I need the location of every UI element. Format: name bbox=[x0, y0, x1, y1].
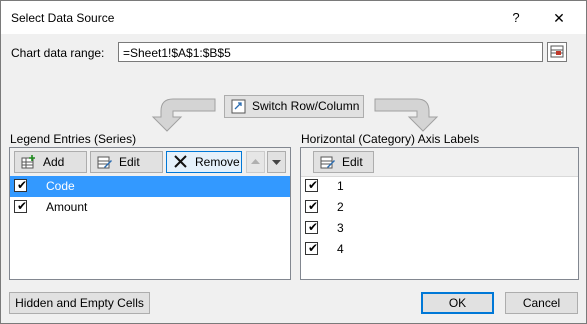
check-icon: ✔ bbox=[308, 241, 319, 255]
check-icon: ✔ bbox=[308, 199, 319, 213]
right-curved-arrow-icon bbox=[374, 98, 439, 132]
legend-item-label: Amount bbox=[46, 200, 88, 214]
axis-edit-label: Edit bbox=[342, 155, 363, 169]
switch-row-column-button[interactable]: Switch Row/Column bbox=[224, 95, 364, 118]
axis-item-checkbox[interactable]: ✔ bbox=[305, 178, 319, 192]
cancel-button[interactable]: Cancel bbox=[505, 292, 578, 314]
left-curved-arrow-icon bbox=[151, 98, 216, 132]
chart-data-range-input[interactable]: =Sheet1!$A$1:$B$5 bbox=[118, 42, 543, 62]
axis-item-checkbox[interactable]: ✔ bbox=[305, 199, 319, 213]
axis-item-label: 2 bbox=[337, 200, 344, 214]
edit-axis-labels-button[interactable]: Edit bbox=[313, 151, 374, 173]
axis-item-label: 1 bbox=[337, 179, 344, 193]
legend-entries-title: Legend Entries (Series) bbox=[10, 132, 137, 146]
check-icon: ✔ bbox=[308, 220, 319, 234]
edit-series-button[interactable]: Edit bbox=[90, 151, 163, 173]
axis-item[interactable]: ✔ 3 bbox=[301, 218, 578, 239]
axis-item-checkbox[interactable]: ✔ bbox=[305, 241, 319, 255]
axis-item-label: 3 bbox=[337, 221, 344, 235]
legend-item-checkbox[interactable]: ✔ bbox=[14, 199, 28, 213]
title-bar: Select Data Source ? ✕ bbox=[1, 1, 586, 34]
legend-entries-panel: Add Edit Remove ✔ Code ✔ Amount bbox=[9, 147, 291, 280]
remove-x-icon bbox=[174, 155, 187, 168]
axis-item-checkbox[interactable]: ✔ bbox=[305, 220, 319, 234]
hidden-empty-cells-button[interactable]: Hidden and Empty Cells bbox=[9, 292, 150, 314]
close-button[interactable]: ✕ bbox=[541, 6, 577, 30]
legend-item[interactable]: ✔ Code bbox=[10, 176, 290, 197]
check-icon: ✔ bbox=[17, 178, 28, 192]
edit-label: Edit bbox=[119, 155, 140, 169]
switch-icon bbox=[231, 99, 246, 114]
help-button[interactable]: ? bbox=[501, 6, 531, 30]
legend-item[interactable]: ✔ Amount bbox=[10, 197, 290, 218]
ok-button[interactable]: OK bbox=[421, 292, 494, 314]
move-down-button[interactable] bbox=[267, 151, 286, 173]
add-icon bbox=[21, 155, 35, 169]
legend-toolbar: Add Edit Remove bbox=[10, 148, 290, 177]
remove-series-button[interactable]: Remove bbox=[166, 151, 242, 173]
legend-item-checkbox[interactable]: ✔ bbox=[14, 178, 28, 192]
axis-labels-title: Horizontal (Category) Axis Labels bbox=[301, 132, 480, 146]
dialog-title: Select Data Source bbox=[11, 11, 115, 25]
range-collapse-button[interactable] bbox=[547, 42, 567, 62]
axis-item[interactable]: ✔ 1 bbox=[301, 176, 578, 197]
edit-icon bbox=[97, 156, 112, 169]
arrow-down-icon bbox=[272, 160, 281, 165]
edit-icon bbox=[320, 156, 335, 169]
axis-toolbar: Edit bbox=[301, 148, 578, 177]
range-selector-icon bbox=[550, 45, 564, 58]
axis-item[interactable]: ✔ 4 bbox=[301, 239, 578, 260]
add-label: Add bbox=[43, 155, 65, 169]
axis-item[interactable]: ✔ 2 bbox=[301, 197, 578, 218]
check-icon: ✔ bbox=[308, 178, 319, 192]
move-up-button[interactable] bbox=[246, 151, 265, 173]
check-icon: ✔ bbox=[17, 199, 28, 213]
legend-item-label: Code bbox=[46, 179, 75, 193]
select-data-source-dialog: Select Data Source ? ✕ Chart data range:… bbox=[0, 0, 587, 324]
remove-label: Remove bbox=[195, 155, 240, 169]
arrow-up-icon bbox=[251, 159, 260, 164]
axis-item-label: 4 bbox=[337, 242, 344, 256]
switch-button-label: Switch Row/Column bbox=[252, 99, 360, 113]
chart-data-range-label: Chart data range: bbox=[11, 46, 105, 60]
add-series-button[interactable]: Add bbox=[14, 151, 87, 173]
axis-labels-panel: Edit ✔ 1 ✔ 2 ✔ 3 ✔ 4 bbox=[300, 147, 579, 280]
